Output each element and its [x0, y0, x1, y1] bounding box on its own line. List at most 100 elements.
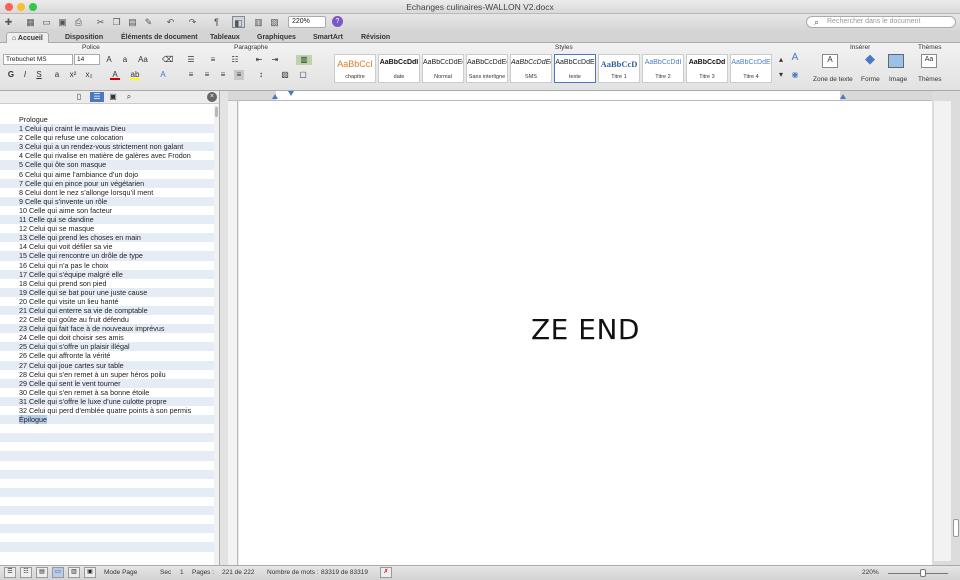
toc-item[interactable]: 30 Celle qui s’en remet à sa bonne étoil… — [0, 388, 214, 397]
toc-item[interactable]: 28 Celui qui s’en remet à un super héros… — [0, 370, 214, 379]
notebook-view-icon[interactable]: ▥ — [68, 567, 80, 578]
highlight-icon[interactable]: ab — [130, 70, 140, 80]
strikethrough-icon[interactable]: a — [52, 70, 62, 80]
paragraph-marks-icon[interactable]: ¶ — [210, 16, 223, 28]
toc-item[interactable]: Épilogue — [0, 415, 214, 425]
toc-item[interactable]: 17 Celle qui s’équipe malgré elle — [0, 269, 214, 279]
increase-indent-icon[interactable]: ⇥ — [270, 55, 280, 65]
toc-item[interactable]: 1 Celui qui craint le mauvais Dieu — [0, 124, 214, 134]
toc-item[interactable]: 13 Celle qui prend les choses en main — [0, 233, 214, 243]
horizontal-ruler[interactable] — [228, 91, 938, 101]
sidebar-search-icon[interactable]: ⌕ — [124, 92, 134, 102]
zoom-select[interactable]: 220% — [288, 16, 326, 28]
style-sans-interligne[interactable]: AaBbCcDdEe Sans interligne — [466, 54, 508, 83]
gallery-icon[interactable]: ▦ — [24, 16, 37, 28]
right-indent-marker-icon[interactable] — [840, 94, 846, 99]
toc-item[interactable]: 16 Celui qui n’a pas le choix — [0, 261, 214, 270]
toc-item[interactable]: 11 Celle qui se dandine — [0, 215, 214, 225]
document-search-input[interactable]: Rechercher dans le document — [806, 16, 956, 28]
subscript-icon[interactable]: x₂ — [84, 70, 94, 80]
first-line-indent-icon[interactable] — [288, 91, 294, 96]
page-layout-view-icon[interactable]: ▭ — [52, 567, 64, 578]
image-icon[interactable] — [888, 54, 904, 68]
help-icon[interactable]: ? — [332, 16, 343, 27]
shrink-font-icon[interactable]: a — [120, 55, 130, 65]
undo-icon[interactable]: ↶ — [164, 16, 177, 28]
document-text[interactable]: ZE END — [239, 313, 932, 346]
toc-item[interactable]: 7 Celle qui en pince pour un végétarien — [0, 178, 214, 188]
underline-button[interactable]: S — [34, 70, 44, 80]
media-browser-icon[interactable]: ▧ — [268, 16, 281, 28]
draft-view-icon[interactable]: ☰ — [4, 567, 16, 578]
format-painter-icon[interactable]: ✎ — [142, 16, 155, 28]
columns-icon[interactable]: ▥ — [296, 55, 312, 65]
grow-font-icon[interactable]: A — [104, 55, 114, 65]
toolbox-icon[interactable]: ▥ — [252, 16, 265, 28]
bullets-icon[interactable]: ☰ — [186, 55, 196, 65]
textbox-icon[interactable]: A — [822, 54, 838, 68]
toc-item[interactable]: 31 Celle qui s’offre le luxe d’une culot… — [0, 396, 214, 406]
align-center-icon[interactable]: ≡ — [202, 70, 212, 80]
tab-graphiques[interactable]: Graphiques — [252, 32, 301, 43]
font-size-select[interactable]: 14 — [74, 54, 100, 65]
toc-item[interactable]: 3 Celui qui a un rendez-vous strictement… — [0, 142, 214, 152]
toc-item[interactable]: 29 Celle qui sent le vent tourner — [0, 378, 214, 388]
new-document-icon[interactable]: ✚ — [2, 16, 15, 28]
toc-item[interactable]: 26 Celle qui affronte la vérité — [0, 351, 214, 360]
cut-icon[interactable]: ✂ — [94, 16, 107, 28]
scroll-track[interactable] — [934, 101, 951, 561]
style-titre-4[interactable]: AaBbCcDdE Titre 4 — [730, 54, 772, 83]
toc-item[interactable]: 12 Celui qui se masque — [0, 224, 214, 233]
open-icon[interactable]: ▭ — [40, 16, 53, 28]
tab-accueil[interactable]: ⌂ Accueil — [6, 32, 49, 43]
toc-item[interactable]: 2 Celle qui refuse une colocation — [0, 133, 214, 142]
publishing-view-icon[interactable]: ▤ — [36, 567, 48, 578]
toc-item[interactable]: 15 Celle qui rencontre un drôle de type — [0, 251, 214, 261]
italic-button[interactable]: I — [20, 70, 30, 80]
save-icon[interactable]: ▣ — [56, 16, 69, 28]
close-sidebar-icon[interactable]: × — [207, 92, 217, 102]
toc-item[interactable]: 5 Celle qui ôte son masque — [0, 160, 214, 170]
borders-icon[interactable]: ▢ — [298, 70, 308, 80]
vertical-ruler[interactable] — [228, 101, 238, 565]
document-scrollbar[interactable] — [932, 91, 960, 565]
styles-scroll-up-icon[interactable]: ▴ — [776, 55, 786, 65]
full-screen-view-icon[interactable]: ▣ — [84, 567, 96, 578]
toc-item[interactable]: 18 Celui qui prend son pied — [0, 279, 214, 288]
spelling-check-icon[interactable]: ✗ — [380, 567, 392, 578]
decrease-indent-icon[interactable]: ⇤ — [254, 55, 264, 65]
paste-icon[interactable]: ▤ — [126, 16, 139, 28]
toc-item[interactable]: 24 Celle qui doit choisir ses amis — [0, 333, 214, 342]
toc-item[interactable]: 32 Celui qui perd d’emblée quatre points… — [0, 406, 214, 415]
font-color-icon[interactable]: A — [110, 70, 120, 80]
shape-icon[interactable]: ◆ — [862, 52, 878, 68]
style-chapitre[interactable]: AaBbCcI chapitre — [334, 54, 376, 83]
zoom-slider[interactable] — [888, 573, 948, 574]
thumbnail-view-icon[interactable]: ▯ — [74, 92, 84, 102]
tab-tableaux[interactable]: Tableaux — [205, 32, 245, 43]
zoom-slider-thumb[interactable] — [920, 569, 926, 577]
align-right-icon[interactable]: ≡ — [218, 70, 228, 80]
style-titre-3[interactable]: AaBbCcDd Titre 3 — [686, 54, 728, 83]
toc-item[interactable]: 23 Celui qui fait face à de nouveaux imp… — [0, 324, 214, 334]
reviewing-pane-icon[interactable]: ▣ — [108, 92, 118, 102]
toc-item[interactable]: 9 Celle qui s’invente un rôle — [0, 196, 214, 206]
sidebar-scroll-thumb[interactable] — [215, 107, 218, 117]
document-map-icon[interactable]: ☰ — [90, 92, 104, 102]
styles-pane-icon[interactable]: A — [790, 53, 800, 63]
text-effects-icon[interactable]: A — [158, 70, 168, 80]
toc-item[interactable]: 10 Celle qui aime son facteur — [0, 206, 214, 215]
superscript-icon[interactable]: x² — [68, 70, 78, 80]
toc-item[interactable]: 19 Celle qui se bat pour une juste cause — [0, 287, 214, 297]
copy-icon[interactable]: ❐ — [110, 16, 123, 28]
sidebar-toggle-icon[interactable]: ◧ — [232, 16, 245, 28]
toc-item[interactable]: 27 Celui qui joue cartes sur table — [0, 360, 214, 370]
outline-view-icon[interactable]: ☷ — [20, 567, 32, 578]
style-normal[interactable]: AaBbCcDdEe Normal — [422, 54, 464, 83]
sidebar-splitter[interactable] — [220, 91, 228, 565]
justify-icon[interactable]: ≡ — [234, 70, 244, 80]
toc-item[interactable]: 4 Celle qui rivalise en matière de galèr… — [0, 151, 214, 160]
redo-icon[interactable]: ↷ — [186, 16, 199, 28]
tab-smartart[interactable]: SmartArt — [308, 32, 348, 43]
numbering-icon[interactable]: ≡ — [208, 55, 218, 65]
